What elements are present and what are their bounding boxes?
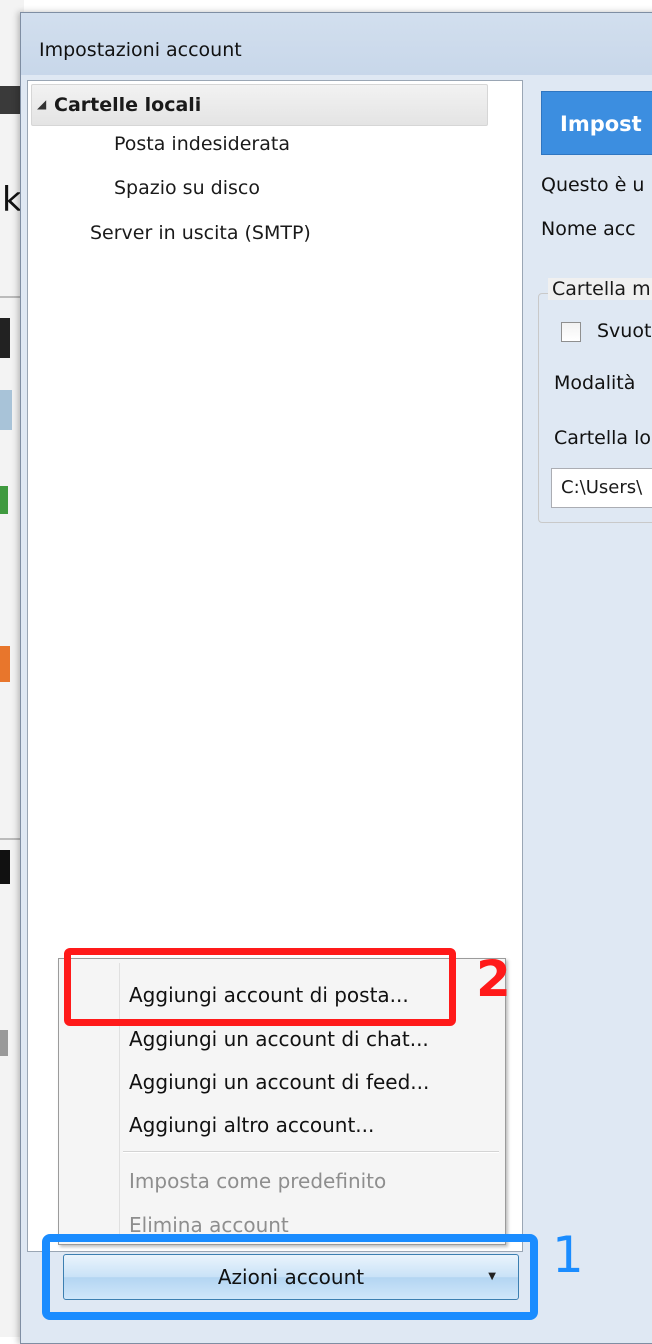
tree-item-local-folders[interactable]: ◢ Cartelle locali	[31, 84, 488, 126]
menu-item-add-chat-account[interactable]: Aggiungi un account di chat...	[129, 1027, 429, 1051]
folder-groupbox-label: Cartella m	[548, 278, 652, 300]
menu-separator	[123, 1151, 499, 1153]
menu-item-set-default: Imposta come predefinito	[129, 1169, 386, 1193]
menu-item-label: Aggiungi un account di feed...	[129, 1070, 430, 1094]
background-fragment	[0, 318, 10, 358]
account-name-label: Nome acc	[541, 218, 636, 240]
menu-item-label: Aggiungi altro account...	[129, 1113, 375, 1137]
window-title: Impostazioni account	[39, 39, 242, 61]
local-folder-label: Cartella lo	[554, 427, 652, 449]
tree-item-outgoing-server[interactable]: Server in uscita (SMTP)	[90, 222, 311, 244]
tree-item-label: Spazio su disco	[114, 177, 260, 199]
tree-item-label: Cartelle locali	[54, 94, 202, 116]
expand-arrow-icon[interactable]: ◢	[37, 97, 46, 111]
tree-item-disk-space[interactable]: Spazio su disco	[114, 177, 260, 199]
highlight-step-2	[64, 948, 456, 1026]
highlight-step-1	[42, 1234, 538, 1320]
step-2-number: 2	[476, 950, 511, 1008]
menu-item-add-other-account[interactable]: Aggiungi altro account...	[129, 1113, 374, 1137]
background-fragment	[0, 850, 10, 884]
tree-item-junk-mail[interactable]: Posta indesiderata	[114, 133, 290, 155]
empty-trash-label: Svuot	[597, 320, 652, 342]
background-fragment	[0, 486, 8, 514]
local-folder-path-value: C:\Users\	[561, 477, 643, 498]
panel-description: Questo è u	[541, 174, 645, 196]
mode-label: Modalità	[554, 372, 636, 394]
tree-item-label: Server in uscita (SMTP)	[90, 222, 311, 244]
menu-item-add-feed-account[interactable]: Aggiungi un account di feed...	[129, 1070, 429, 1094]
background-fragment	[0, 1030, 8, 1056]
background-fragment: k	[2, 180, 22, 220]
menu-item-label: Imposta come predefinito	[129, 1169, 387, 1193]
panel-header: Impost	[541, 91, 652, 155]
empty-trash-checkbox[interactable]	[561, 322, 581, 342]
menu-item-label: Aggiungi un account di chat...	[129, 1027, 429, 1051]
background-fragment	[0, 390, 12, 430]
panel-header-title: Impost	[560, 112, 642, 136]
local-folder-path-field[interactable]: C:\Users\	[551, 468, 652, 508]
background-fragment	[0, 646, 10, 682]
title-bar: Impostazioni account	[21, 13, 652, 75]
tree-item-label: Posta indesiderata	[114, 133, 290, 155]
step-1-number: 1	[552, 1226, 584, 1284]
